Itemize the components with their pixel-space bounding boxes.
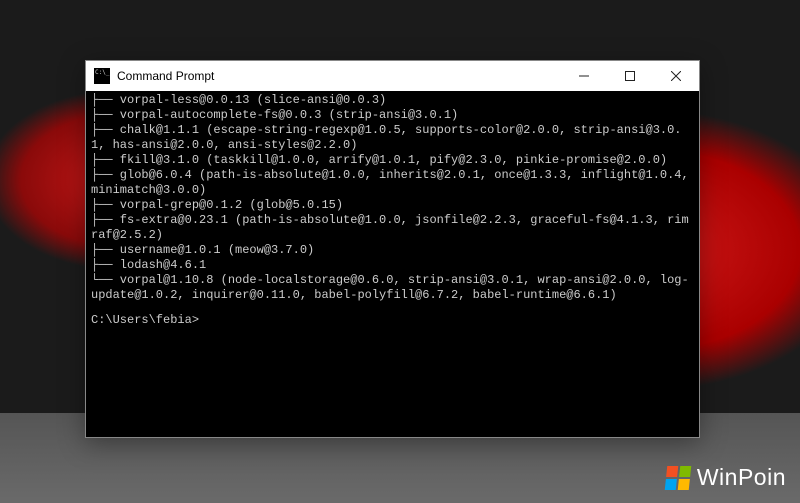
terminal-line: ├── glob@6.0.4 (path-is-absolute@1.0.0, … (91, 168, 694, 198)
window-controls (561, 61, 699, 91)
window-title: Command Prompt (117, 69, 214, 83)
command-prompt-window: Command Prompt ├── vorpal-less@0.0.13 (s… (85, 60, 700, 438)
terminal-line: ├── vorpal-autocomplete-fs@0.0.3 (strip-… (91, 108, 694, 123)
terminal-prompt[interactable]: C:\Users\febia> (91, 313, 694, 328)
close-icon (671, 71, 681, 81)
close-button[interactable] (653, 61, 699, 91)
terminal-line: ├── lodash@4.6.1 (91, 258, 694, 273)
minimize-icon (579, 71, 589, 81)
terminal-line: ├── username@1.0.1 (meow@3.7.0) (91, 243, 694, 258)
titlebar[interactable]: Command Prompt (86, 61, 699, 91)
terminal-line: ├── fs-extra@0.23.1 (path-is-absolute@1.… (91, 213, 694, 243)
minimize-button[interactable] (561, 61, 607, 91)
cmd-icon (94, 68, 110, 84)
winpoin-logo-icon (665, 466, 692, 490)
maximize-icon (625, 71, 635, 81)
watermark: WinPoin (666, 464, 786, 491)
terminal-line: ├── vorpal-grep@0.1.2 (glob@5.0.15) (91, 198, 694, 213)
terminal-output[interactable]: ├── vorpal-less@0.0.13 (slice-ansi@0.0.3… (86, 91, 699, 437)
terminal-line: ├── vorpal-less@0.0.13 (slice-ansi@0.0.3… (91, 93, 694, 108)
terminal-line: ├── chalk@1.1.1 (escape-string-regexp@1.… (91, 123, 694, 153)
watermark-text: WinPoin (697, 464, 786, 491)
terminal-line: └── vorpal@1.10.8 (node-localstorage@0.6… (91, 273, 694, 303)
terminal-line: ├── fkill@3.1.0 (taskkill@1.0.0, arrify@… (91, 153, 694, 168)
maximize-button[interactable] (607, 61, 653, 91)
